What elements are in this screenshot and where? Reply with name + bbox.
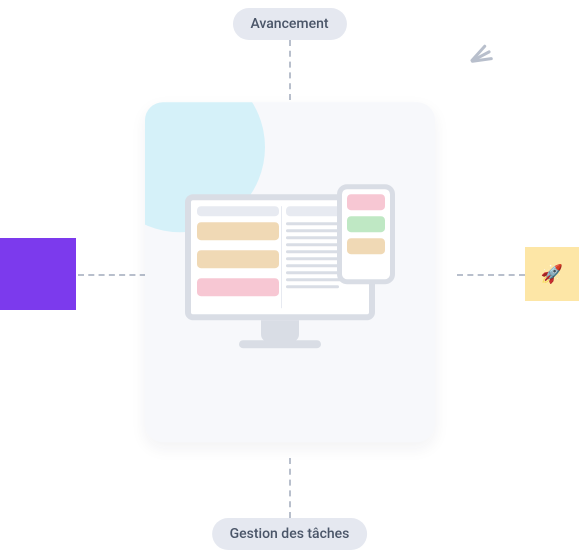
connector-right [457,274,525,276]
ui-bar [197,222,279,240]
phone-icon [337,184,395,284]
diagram-stage: Avancement Gestion des tâches 🚀 [0,0,579,558]
bottom-label-pill: Gestion des tâches [212,518,368,550]
ui-bar [347,238,385,254]
device-illustration [185,184,395,374]
monitor-base [239,340,321,348]
left-purple-square [0,238,76,310]
top-label-pill: Avancement [232,8,346,40]
monitor-stand [261,320,299,342]
connector-top [289,40,291,100]
ui-bar [347,194,385,210]
ui-bar [197,250,279,268]
monitor-left-column [197,206,279,308]
burst-lines-icon [463,42,503,82]
ui-bar [197,206,279,216]
bottom-label-text: Gestion des tâches [230,526,350,542]
top-label-text: Avancement [250,16,328,32]
right-yellow-square: 🚀 [525,247,579,301]
connector-bottom [289,458,291,518]
center-card [145,102,435,442]
ui-bar [347,216,385,232]
ui-bar [197,278,279,296]
rocket-icon: 🚀 [541,264,563,285]
